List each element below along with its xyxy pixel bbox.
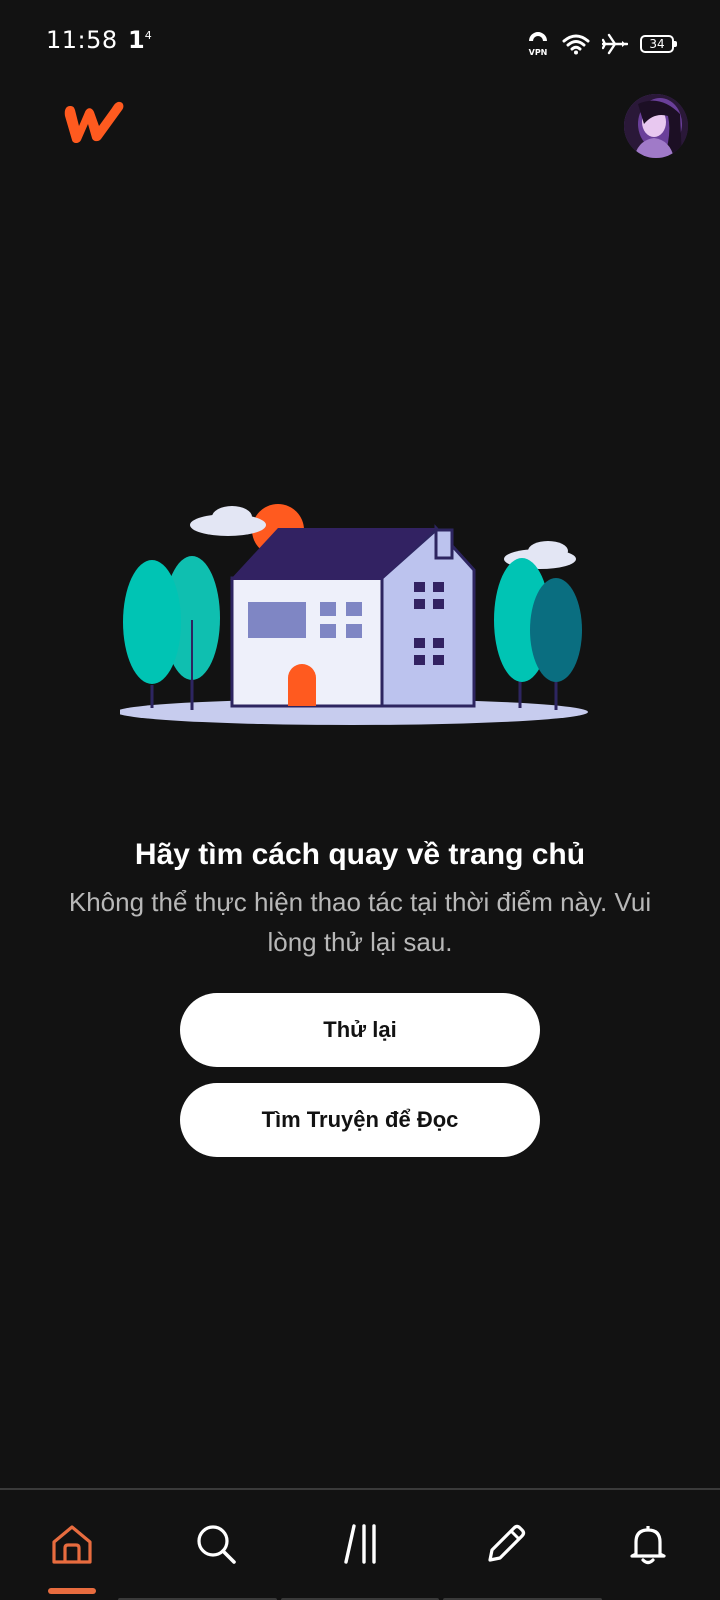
nav-home[interactable] <box>42 1514 102 1574</box>
find-stories-button[interactable]: Tìm Truyện để Đọc <box>180 1083 540 1157</box>
airplane-icon <box>602 33 628 55</box>
home-icon <box>52 1525 92 1564</box>
status-indicator-value: 1 <box>128 26 145 54</box>
retry-button[interactable]: Thử lại <box>180 993 540 1067</box>
error-title: Hãy tìm cách quay về trang chủ <box>134 838 586 871</box>
profile-avatar[interactable] <box>624 94 688 158</box>
battery-icon: 34 <box>640 35 677 53</box>
svg-text:VPN: VPN <box>529 48 548 57</box>
status-icons: VPN 34 <box>526 30 677 58</box>
nav-notifications[interactable] <box>618 1514 678 1574</box>
pencil-icon <box>488 1524 526 1562</box>
house-illustration <box>116 500 600 740</box>
nav-search[interactable] <box>186 1514 246 1574</box>
library-icon <box>344 1524 376 1564</box>
nav-write[interactable] <box>476 1514 536 1574</box>
vpn-icon: VPN <box>526 31 550 57</box>
active-tab-indicator <box>48 1588 96 1594</box>
error-description: Không thể thực hiện thao tác tại thời đi… <box>68 887 652 957</box>
status-bar: 11:58 14 VPN 34 <box>0 0 720 88</box>
app-screen: 11:58 14 VPN 34 Hãy tìm cách quay về tra… <box>0 0 720 1600</box>
status-indicator-sup: 4 <box>144 29 152 42</box>
wattpad-logo[interactable] <box>62 96 128 148</box>
status-time: 11:58 <box>46 26 118 54</box>
bottom-navigation <box>0 1488 720 1600</box>
nav-library[interactable] <box>332 1514 392 1574</box>
search-icon <box>197 1525 236 1564</box>
bell-icon <box>630 1526 666 1565</box>
wifi-icon <box>562 33 590 55</box>
status-indicator: 14 <box>128 26 152 54</box>
